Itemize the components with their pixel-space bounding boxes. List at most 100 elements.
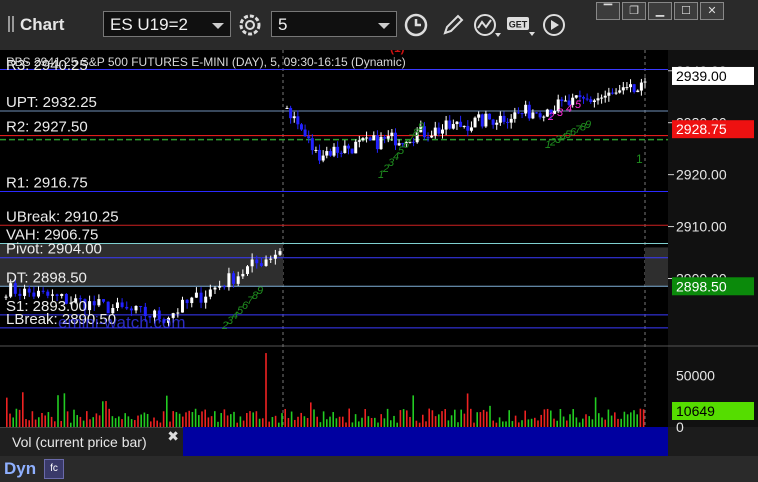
volume-bar bbox=[450, 415, 453, 427]
minimize-button[interactable]: ▁ bbox=[648, 2, 672, 20]
volume-bar bbox=[514, 415, 517, 427]
candle-body bbox=[524, 104, 528, 114]
candle-body bbox=[393, 132, 397, 146]
volume-bar bbox=[86, 411, 88, 427]
interval-select[interactable]: 5 bbox=[271, 11, 397, 37]
candle-body bbox=[372, 135, 376, 141]
candle-body bbox=[328, 151, 332, 156]
candle-body bbox=[455, 121, 459, 125]
volume-bar bbox=[406, 410, 408, 427]
volume-bar bbox=[146, 413, 149, 427]
volume-bar bbox=[258, 418, 261, 427]
volume-bar bbox=[114, 418, 117, 427]
candle-body bbox=[41, 290, 45, 292]
volume-bar bbox=[594, 397, 597, 427]
magenta-count-0: 2 bbox=[547, 111, 554, 123]
volume-bar bbox=[220, 413, 222, 427]
volume-bar bbox=[332, 412, 334, 427]
volume-bar bbox=[223, 409, 226, 427]
candle-body bbox=[336, 146, 340, 153]
volume-bar bbox=[402, 409, 405, 427]
indicator-chart-icon bbox=[474, 14, 501, 37]
symbol-select[interactable]: ES U19=2 bbox=[103, 11, 231, 37]
volume-bar bbox=[322, 411, 325, 427]
volume-bar bbox=[98, 415, 101, 427]
settings-gear-button[interactable] bbox=[235, 11, 265, 39]
volume-bar bbox=[127, 416, 130, 427]
volume-legend-tab[interactable]: Vol (current price bar) ✖ bbox=[0, 427, 183, 457]
get-icon-label: GET bbox=[509, 20, 528, 30]
volume-bar bbox=[534, 417, 536, 427]
candle-body bbox=[303, 129, 307, 137]
candle-body bbox=[129, 308, 133, 311]
candle-body bbox=[50, 294, 54, 296]
volume-bar bbox=[335, 418, 338, 427]
candle-body bbox=[379, 136, 383, 150]
value-area-box-right bbox=[645, 247, 668, 287]
drag-grip-icon[interactable] bbox=[8, 16, 16, 32]
volume-bar bbox=[41, 413, 43, 427]
volume-bar bbox=[582, 418, 584, 427]
chart-area[interactable]: 234567891234567891234567892345(1)1 R3: 2… bbox=[0, 50, 758, 456]
candle-body bbox=[269, 258, 273, 260]
dynamic-settings-icon[interactable]: fc bbox=[44, 459, 64, 479]
volume-bar bbox=[553, 418, 555, 427]
chart-title: RBS 2941.25 S&P 500 FUTURES E-MINI (DAY)… bbox=[6, 55, 406, 69]
volume-bar bbox=[44, 415, 46, 427]
volume-bar bbox=[393, 415, 395, 427]
candle-body bbox=[607, 92, 611, 96]
candle-body bbox=[585, 98, 589, 100]
volume-bar bbox=[575, 417, 578, 427]
volume-bar bbox=[214, 411, 216, 427]
volume-bar bbox=[303, 416, 306, 427]
volume-bar bbox=[79, 416, 82, 427]
volume-bar bbox=[438, 414, 440, 427]
restore-button[interactable]: ❐ bbox=[622, 2, 646, 20]
volume-bar bbox=[185, 412, 187, 427]
get-data-button[interactable]: GET bbox=[506, 11, 536, 39]
volume-bar bbox=[239, 416, 242, 427]
candle-body bbox=[643, 81, 647, 83]
volume-bar bbox=[265, 353, 267, 427]
indicator-button[interactable] bbox=[472, 11, 502, 39]
volume-bar bbox=[540, 414, 542, 427]
candle-body bbox=[325, 151, 329, 156]
volume-tick-label-1: 0 bbox=[676, 419, 684, 435]
candle-body bbox=[509, 118, 513, 123]
volume-bar bbox=[431, 410, 434, 427]
volume-bar bbox=[460, 409, 462, 427]
candle-body bbox=[484, 113, 488, 127]
candle-body bbox=[292, 116, 296, 119]
volume-bar bbox=[486, 411, 488, 427]
candle-body bbox=[236, 276, 240, 284]
volume-bar bbox=[470, 408, 472, 427]
close-window-button[interactable]: ✕ bbox=[700, 2, 724, 20]
candle-body bbox=[185, 299, 189, 304]
close-icon[interactable]: ✖ bbox=[167, 428, 179, 445]
volume-bar bbox=[57, 395, 59, 427]
volume-bar bbox=[25, 419, 27, 427]
volume-bar bbox=[162, 411, 165, 427]
candle-body bbox=[618, 90, 622, 93]
candle-body bbox=[495, 122, 499, 125]
green-marker-1: 1 bbox=[636, 152, 643, 166]
candle-body bbox=[437, 127, 441, 134]
setup-count-c-8: 9 bbox=[585, 119, 591, 131]
volume-bar bbox=[15, 408, 18, 427]
magenta-count-2: 4 bbox=[566, 103, 572, 115]
play-button[interactable] bbox=[539, 11, 569, 39]
toolbar-toggle-button[interactable]: ▔ bbox=[596, 2, 620, 20]
candle-body bbox=[321, 155, 325, 161]
volume-bar bbox=[233, 411, 235, 427]
volume-bar bbox=[210, 416, 213, 427]
volume-bar bbox=[271, 416, 274, 427]
maximize-button[interactable]: ☐ bbox=[674, 2, 698, 20]
volume-bar bbox=[111, 416, 114, 427]
volume-bar bbox=[422, 414, 424, 427]
candle-body bbox=[610, 92, 614, 94]
volume-bar bbox=[313, 409, 315, 427]
chevron-down-icon bbox=[378, 23, 390, 29]
draw-pen-button[interactable] bbox=[438, 11, 468, 39]
volume-badge: 10649 bbox=[676, 403, 715, 419]
clock-button[interactable] bbox=[401, 11, 431, 39]
